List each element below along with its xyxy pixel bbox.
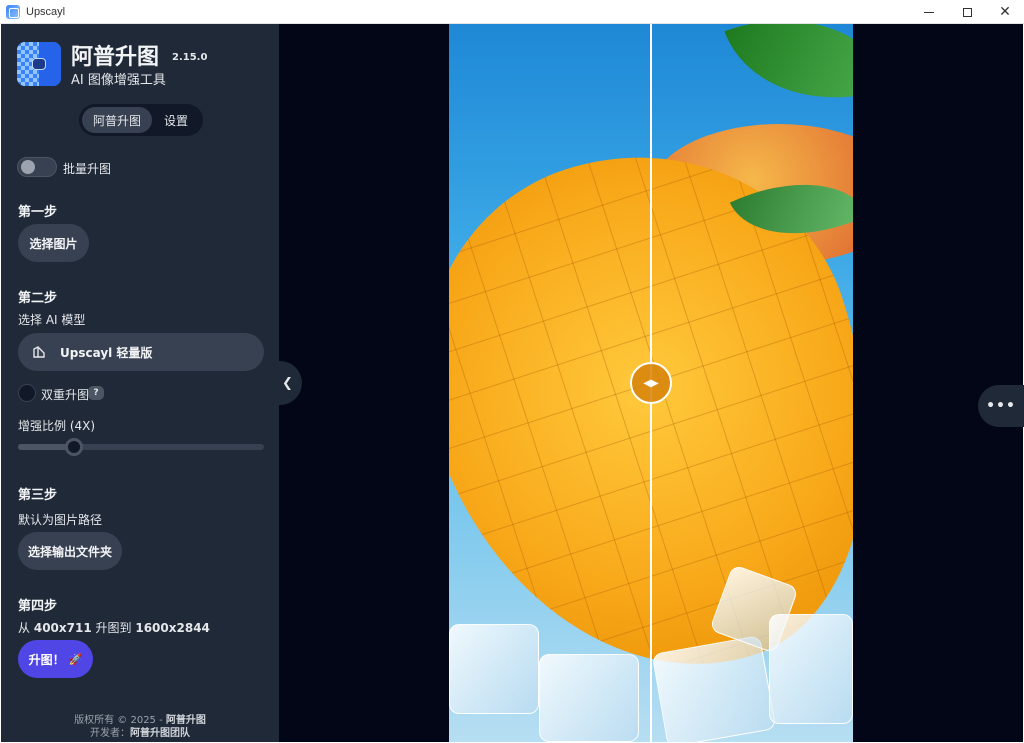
more-options-button[interactable]: ••• [978,385,1024,427]
double-upscale-checkbox[interactable] [18,384,36,402]
app-name: 阿普升图 [71,45,160,70]
sidebar: 阿普升图 2.15.0 AI 图像增强工具 阿普升图 设置 批量升图 第一步 选… [1,24,279,742]
batch-upscale-toggle[interactable] [17,157,57,177]
select-image-button[interactable]: 选择图片 [18,224,89,262]
image-comparison[interactable]: ◀▶ [449,24,853,742]
model-icon [33,346,45,358]
compare-arrows-icon: ◀▶ [643,377,659,389]
to-size: 1600x2844 [135,621,210,635]
app-subtitle: AI 图像增强工具 [71,73,166,88]
output-path-text: 默认为图片路径 [18,513,103,527]
model-select-label: 选择 AI 模型 [18,313,86,327]
batch-upscale-label: 批量升图 [63,162,112,176]
scale-slider[interactable] [18,438,264,456]
upscale-button[interactable]: 升图！ 🚀 [18,640,93,678]
window-title: Upscayl [26,5,66,18]
maximize-icon [962,7,972,17]
maximize-button[interactable] [948,0,986,24]
step3-title: 第三步 [18,488,58,503]
ice-cube [769,614,853,724]
double-upscale-label: 双重升图 [41,388,90,402]
tab-settings[interactable]: 设置 [152,107,200,133]
ice-cube [539,654,639,742]
upscale-button-label: 升图！ [28,652,65,667]
resolution-info: 从 400x711 升图到 1600x2844 [18,619,210,636]
app-logo [17,42,61,86]
minimize-button[interactable] [910,0,948,24]
compare-handle[interactable]: ◀▶ [630,362,672,404]
window-controls: ✕ [910,0,1024,24]
developer-text: 开发者：阿普升图团队 [1,724,279,739]
image-viewer: ◀▶ [279,24,1023,742]
to-text: 升图到 [95,621,132,635]
tab-bar: 阿普升图 设置 [79,104,203,136]
toggle-knob [21,160,35,174]
ice-cube [449,624,539,714]
minimize-icon [924,11,934,13]
model-select[interactable]: Upscayl 轻量版 [18,333,264,371]
help-badge[interactable]: ? [88,386,104,400]
from-prefix: 从 [18,621,31,635]
ice-cube [651,635,777,742]
developer-name[interactable]: 阿普升图团队 [130,728,190,739]
model-select-value: Upscayl 轻量版 [60,345,153,360]
scale-label: 增强比例 (4X) [18,419,96,433]
app-version: 2.15.0 [172,52,208,63]
tab-upscale[interactable]: 阿普升图 [82,107,152,133]
more-horizontal-icon: ••• [986,398,1016,414]
app-icon [6,4,20,19]
from-size: 400x711 [33,621,92,635]
window-titlebar: Upscayl ✕ [0,0,1024,24]
select-output-folder-button[interactable]: 选择输出文件夹 [18,532,122,570]
step4-title: 第四步 [18,599,58,614]
chevron-left-icon: ❮ [282,375,293,391]
slider-thumb[interactable] [65,438,83,456]
step1-title: 第一步 [18,205,58,220]
close-button[interactable]: ✕ [986,0,1024,24]
close-icon: ✕ [999,4,1011,20]
mango-leaf [724,24,853,135]
developer-prefix: 开发者： [90,728,130,739]
step2-title: 第二步 [18,291,58,306]
rocket-icon: 🚀 [68,652,83,666]
